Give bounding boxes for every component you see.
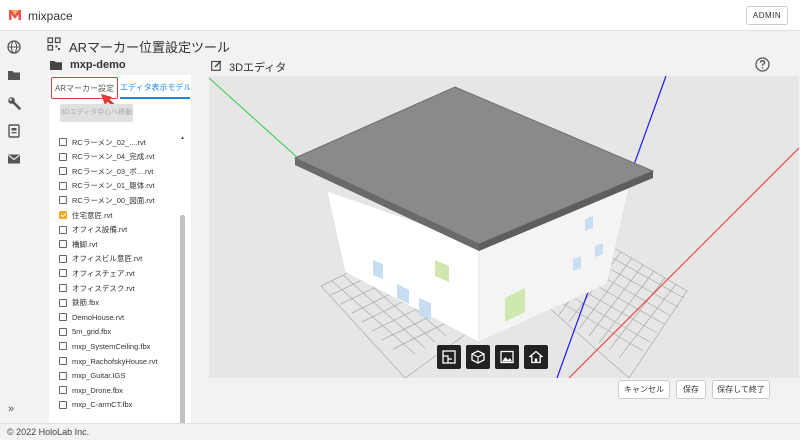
file-checkbox[interactable] bbox=[59, 284, 67, 292]
file-label: mxp_C-armCT.fbx bbox=[72, 400, 133, 410]
3d-scene bbox=[209, 76, 799, 378]
move-to-center-button[interactable]: 3Dエディタ中心へ移動 bbox=[60, 104, 133, 122]
file-checkbox[interactable] bbox=[59, 225, 67, 234]
file-checkbox[interactable] bbox=[59, 240, 67, 249]
list-item[interactable]: RCラーメン_04_完成.rvt bbox=[59, 150, 155, 164]
file-label: RCラーメン_04_完成.rvt bbox=[72, 152, 155, 162]
file-list-scrollbar[interactable]: ▲ ▼ bbox=[179, 135, 185, 440]
list-item[interactable]: オフィス設備.rvt bbox=[59, 223, 127, 237]
file-checkbox[interactable] bbox=[59, 181, 67, 190]
file-label: RCラーメン_02_....rvt bbox=[72, 137, 146, 147]
sidebar: » bbox=[0, 31, 28, 423]
mixpace-logo-icon bbox=[9, 10, 21, 20]
list-item[interactable]: mxp_RachofskyHouse.rvt bbox=[59, 354, 157, 368]
app-name: mixpace bbox=[28, 9, 73, 23]
list-item[interactable]: mxp_SystemCeiling.fbx bbox=[59, 339, 150, 353]
file-label: オフィスチェア.rvt bbox=[72, 268, 135, 278]
file-label: mxp_Drone.fbx bbox=[72, 385, 123, 395]
y-axis-green bbox=[209, 77, 310, 169]
main-content: ARマーカー位置設定ツール mxp-demo ARマーカー設定 エディタ表示モデ… bbox=[28, 31, 800, 440]
expand-sidebar-icon[interactable]: » bbox=[8, 403, 14, 415]
list-item[interactable]: 橋脚.rvt bbox=[59, 237, 97, 251]
file-label: 鉄筋.fbx bbox=[72, 298, 100, 308]
list-item[interactable]: mxp_Drone.fbx bbox=[59, 383, 123, 397]
mail-icon[interactable] bbox=[7, 152, 21, 166]
badge-icon[interactable] bbox=[7, 124, 21, 138]
file-label: 5m_grid.fbx bbox=[72, 327, 112, 337]
model-panel: ARマーカー設定 エディタ表示モデル 3Dエディタ中心へ移動 RCラーメン_02… bbox=[49, 75, 191, 440]
editor-title: 3Dエディタ bbox=[229, 62, 287, 74]
project-name: mxp-demo bbox=[70, 59, 126, 71]
list-item[interactable]: RCラーメン_00_図面.rvt bbox=[59, 193, 155, 207]
image-view-button[interactable] bbox=[495, 345, 519, 369]
list-item[interactable]: 鉄筋.fbx bbox=[59, 296, 99, 310]
list-item[interactable]: RCラーメン_02_....rvt bbox=[59, 135, 146, 149]
viewport-toolbar bbox=[437, 345, 548, 369]
list-item[interactable]: DemoHouse.rvt bbox=[59, 310, 124, 324]
list-item[interactable]: RCラーメン_03_ボ....rvt bbox=[59, 164, 153, 178]
file-label: オフィスビル意匠.rvt bbox=[72, 254, 143, 264]
globe-icon[interactable] bbox=[7, 40, 21, 54]
copyright-text: © 2022 HoloLab Inc. bbox=[7, 427, 90, 437]
file-label: オフィス設備.rvt bbox=[72, 225, 128, 235]
file-label: DemoHouse.rvt bbox=[72, 312, 125, 322]
file-checkbox[interactable] bbox=[59, 327, 67, 336]
file-checkbox[interactable] bbox=[59, 371, 67, 380]
file-checkbox[interactable] bbox=[59, 298, 67, 307]
home-view-button[interactable] bbox=[524, 345, 548, 369]
admin-button[interactable]: ADMIN bbox=[746, 6, 788, 25]
file-checkbox[interactable] bbox=[59, 167, 67, 176]
save-and-exit-button[interactable]: 保存して終了 bbox=[712, 380, 770, 399]
file-checkbox[interactable] bbox=[59, 211, 67, 219]
list-item[interactable]: mxp_C-armCT.fbx bbox=[59, 398, 132, 412]
folder-icon[interactable] bbox=[7, 68, 21, 82]
file-checkbox[interactable] bbox=[59, 400, 67, 409]
tool-title: ARマーカー位置設定ツール bbox=[69, 40, 231, 55]
file-label: 橋脚.rvt bbox=[72, 239, 98, 249]
file-checkbox[interactable] bbox=[59, 196, 67, 205]
list-item[interactable]: 住宅意匠.rvt bbox=[59, 208, 112, 222]
file-label: RCラーメン_03_ボ....rvt bbox=[72, 166, 154, 176]
footer: © 2022 HoloLab Inc. bbox=[0, 423, 800, 440]
scrollbar-thumb[interactable] bbox=[180, 215, 185, 440]
file-checkbox[interactable] bbox=[59, 254, 67, 263]
file-label: RCラーメン_01_躯体.rvt bbox=[72, 181, 155, 191]
wrench-icon[interactable] bbox=[7, 96, 21, 110]
list-item[interactable]: オフィスチェア.rvt bbox=[59, 266, 135, 280]
home-icon bbox=[529, 350, 543, 364]
file-checkbox[interactable] bbox=[59, 152, 67, 161]
floorplan-icon bbox=[442, 350, 456, 364]
file-checkbox[interactable] bbox=[59, 269, 67, 278]
help-icon[interactable] bbox=[755, 57, 770, 72]
file-label: mxp_SystemCeiling.fbx bbox=[72, 341, 151, 351]
marker-icon bbox=[471, 350, 485, 364]
list-item[interactable]: オフィスビル意匠.rvt bbox=[59, 252, 142, 266]
file-label: mxp_RachofskyHouse.rvt bbox=[72, 356, 158, 366]
save-button[interactable]: 保存 bbox=[676, 380, 706, 399]
scroll-up-icon[interactable]: ▲ bbox=[180, 135, 185, 141]
file-checkbox[interactable] bbox=[59, 342, 67, 351]
top-bar: mixpace ADMIN bbox=[0, 0, 800, 31]
model-file-list: RCラーメン_02_....rvt RCラーメン_04_完成.rvt RCラーメン_… bbox=[49, 132, 191, 440]
list-item[interactable]: RCラーメン_01_躯体.rvt bbox=[59, 179, 155, 193]
file-checkbox[interactable] bbox=[59, 313, 67, 322]
cancel-button[interactable]: キャンセル bbox=[618, 380, 670, 399]
file-checkbox[interactable] bbox=[59, 357, 67, 365]
file-label: mxp_Guitar.IGS bbox=[72, 371, 126, 381]
file-label: オフィスデスク.rvt bbox=[72, 283, 135, 293]
list-item[interactable]: 5m_grid.fbx bbox=[59, 325, 111, 339]
edit-icon bbox=[211, 60, 222, 71]
file-label: RCラーメン_00_図面.rvt bbox=[72, 195, 155, 205]
list-item[interactable]: mxp_Guitar.IGS bbox=[59, 369, 125, 383]
file-checkbox[interactable] bbox=[59, 386, 67, 395]
qr-code-icon bbox=[47, 37, 61, 51]
3d-editor-viewport[interactable] bbox=[209, 76, 799, 378]
image-icon bbox=[500, 350, 514, 364]
project-folder-icon bbox=[50, 61, 62, 70]
list-item[interactable]: オフィスデスク.rvt bbox=[59, 281, 135, 295]
floorplan-view-button[interactable] bbox=[437, 345, 461, 369]
file-checkbox[interactable] bbox=[59, 138, 67, 146]
file-label: 住宅意匠.rvt bbox=[72, 210, 113, 220]
marker-view-button[interactable] bbox=[466, 345, 490, 369]
